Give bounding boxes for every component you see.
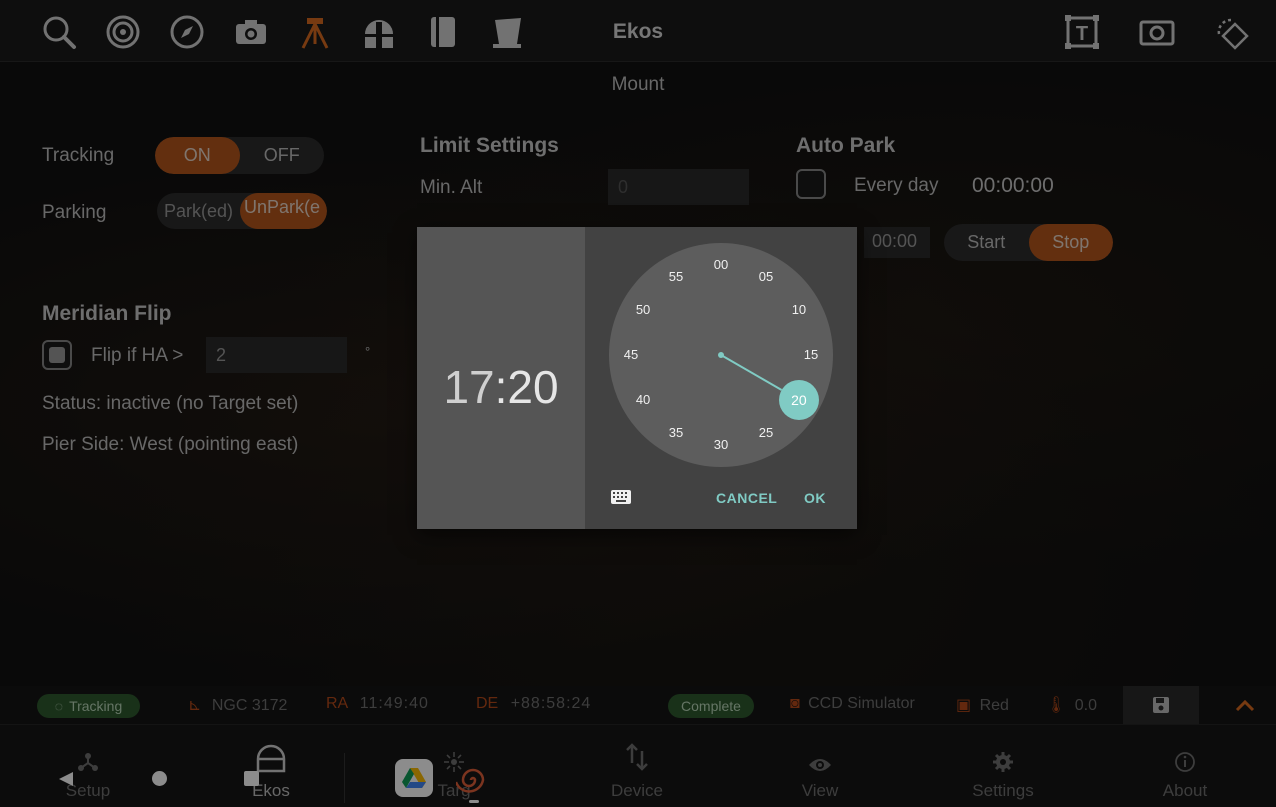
target-name: NGC 3172 [211,697,288,714]
auto-park-heading: Auto Park [796,134,896,157]
sort-arrows-icon [626,743,648,771]
setup-icon [78,753,98,771]
hour-display[interactable]: 17 [443,361,494,413]
clock-number[interactable]: 45 [616,347,646,362]
expand-up-button[interactable] [1230,692,1260,718]
keyboard-toggle-button[interactable] [610,489,632,510]
info-icon [1175,752,1195,772]
clock-face[interactable]: 00 05 10 15 20 25 30 35 40 45 50 55 [609,243,833,467]
nav-divider [344,753,345,803]
tracking-label: Tracking [42,145,115,166]
minute-display[interactable]: 20 [507,361,558,413]
time-display: 17:20 [443,361,559,413]
nav-device[interactable]: Device [597,725,677,807]
ccd-info: ◙ CCD Simulator [790,695,915,712]
clock-number[interactable]: 15 [796,347,826,362]
every-day-checkbox[interactable] [796,169,826,199]
clock-number[interactable]: 00 [706,257,736,272]
save-button[interactable] [1123,686,1199,724]
ra-readout: RA 11:49:40 [326,695,429,712]
park-button[interactable]: Park(ed) [157,193,240,229]
top-toolbar: Ekos T [0,0,1276,62]
bottom-nav: Setup Ekos Targ Device View Settings Abo… [0,724,1276,807]
cancel-button[interactable]: CANCEL [716,490,777,506]
degree-symbol: ° [365,344,371,359]
tracking-on-button[interactable]: ON [155,137,240,174]
pier-side: Pier Side: West (pointing east) [42,434,299,455]
nav-setup[interactable]: Setup [48,725,128,807]
min-alt-input[interactable]: 0 [608,169,749,205]
clock-number[interactable]: 55 [661,269,691,284]
gear-icon [993,752,1013,772]
min-alt-label: Min. Alt [420,177,483,198]
clock-number[interactable]: 10 [784,302,814,317]
auto-park-start-button[interactable]: Start [944,224,1029,261]
filter-info: ▣ Red [956,697,1009,714]
auto-park-time: 00:00:00 [972,174,1054,197]
clock-number[interactable]: 50 [628,302,658,317]
de-readout: DE +88:58:24 [476,695,592,712]
auto-park-start-stop: Start Stop [944,224,1113,261]
keyboard-icon [611,490,631,504]
page-subtitle: Mount [611,74,665,95]
thermometer-icon: 🌡 [1046,697,1067,714]
drive-app-shortcut[interactable] [395,759,433,797]
meridian-flip-heading: Meridian Flip [42,302,172,325]
tracking-toggle: ON OFF [155,137,324,174]
svg-text:T: T [1076,23,1088,45]
flip-ha-input[interactable]: 2 [206,337,347,373]
clock-number[interactable]: 05 [751,269,781,284]
target-icon: ⊾ [188,697,202,714]
nav-view[interactable]: View [780,725,860,807]
flip-checkbox[interactable] [42,340,72,370]
screen-capture-icon[interactable] [1139,14,1175,50]
nav-ekos[interactable]: Ekos [231,725,311,807]
text-frame-icon[interactable]: T [1064,14,1100,50]
back-triangle-icon [59,772,73,786]
clock-number[interactable]: 35 [661,425,691,440]
time-picker-dialog: 17:20 00 05 10 15 20 25 30 35 40 45 50 55 CANCEL OK [417,227,857,529]
status-bar: ◌ Tracking ⊾ NGC 3172 RA 11:49:40 DE +88:… [0,686,1276,724]
selected-minute[interactable]: 20 [778,380,819,420]
android-home-button[interactable] [152,771,167,786]
auto-park-stop-button[interactable]: Stop [1028,224,1113,261]
chevron-up-icon [1235,699,1255,712]
dome-icon [256,744,286,773]
camera-icon: ◙ [790,695,800,712]
tracking-status-badge: ◌ Tracking [37,694,140,718]
app-running-indicator [469,800,479,803]
save-icon [1153,697,1169,713]
drive-icon [402,768,426,788]
tracking-off-button[interactable]: OFF [240,137,325,174]
clock-number[interactable]: 30 [706,437,736,452]
android-recents-button[interactable] [244,771,259,786]
time-header: 17:20 [417,227,585,529]
clock-number[interactable]: 40 [628,392,658,407]
galaxy-app-shortcut[interactable] [454,763,490,802]
meridian-status: Status: inactive (no Target set) [42,393,299,414]
limit-settings-heading: Limit Settings [420,134,559,157]
flip-label: Flip if HA > [91,345,184,366]
every-day-label: Every day [854,175,939,196]
nav-about[interactable]: About [1145,725,1225,807]
galaxy-icon [454,768,485,793]
parking-label: Parking [42,202,107,223]
unpark-button[interactable]: UnPark(e [240,193,327,229]
complete-badge: Complete [668,694,754,718]
parking-toggle: Park(ed) UnPark(e [157,193,327,229]
rotate-icon[interactable] [1213,14,1249,50]
eye-icon [809,759,831,771]
nav-settings[interactable]: Settings [963,725,1043,807]
target-info: ⊾ NGC 3172 [188,695,287,715]
auto-park-time-field[interactable]: 00:00 [864,227,930,258]
clock-number[interactable]: 25 [751,425,781,440]
filter-icon: ▣ [956,697,972,714]
ok-button[interactable]: OK [804,490,826,506]
android-back-button[interactable] [57,770,75,793]
temperature-info: 🌡 0.0 [1046,697,1098,714]
